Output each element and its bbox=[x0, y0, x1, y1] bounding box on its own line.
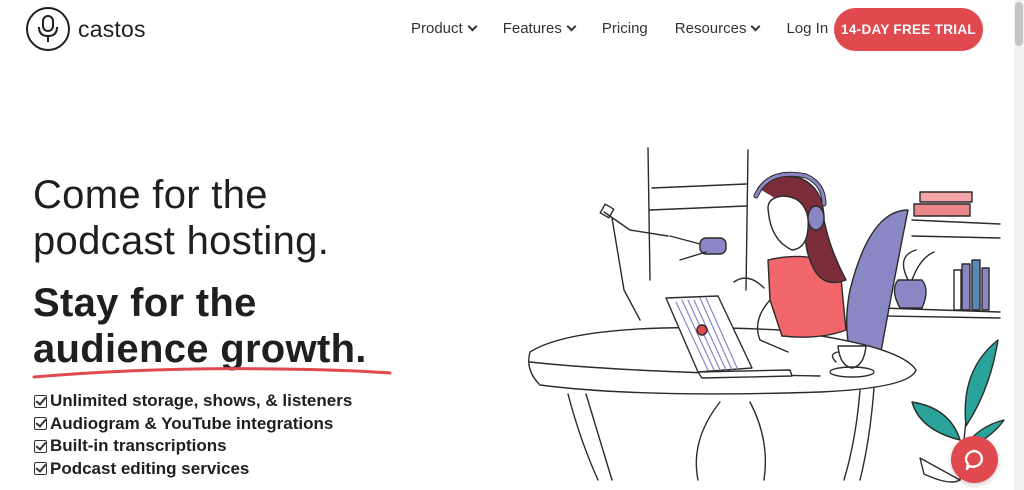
nav-resources[interactable]: Resources bbox=[674, 20, 761, 37]
checkbox-checked-icon bbox=[34, 439, 47, 453]
nav-resources-label: Resources bbox=[674, 20, 747, 37]
feature-text: Podcast editing services bbox=[50, 458, 250, 478]
nav-features-label: Features bbox=[502, 20, 562, 37]
hero-line-1: Come for the bbox=[33, 173, 268, 217]
nav-product-label: Product bbox=[411, 20, 463, 37]
podcaster-illustration bbox=[528, 147, 1005, 483]
nav-login[interactable]: Log In bbox=[786, 20, 828, 37]
logo[interactable]: castos bbox=[26, 7, 146, 51]
chevron-down-icon bbox=[566, 21, 577, 32]
scrollbar[interactable] bbox=[1014, 0, 1024, 490]
feature-text: Unlimited storage, shows, & listeners bbox=[50, 391, 353, 411]
microphone-icon bbox=[26, 7, 70, 51]
feature-text: Built-in transcriptions bbox=[50, 436, 227, 456]
nav-pricing[interactable]: Pricing bbox=[602, 20, 648, 37]
list-item: Built-in transcriptions bbox=[34, 435, 352, 458]
nav-pricing-label: Pricing bbox=[601, 20, 648, 37]
scrollbar-thumb[interactable] bbox=[1015, 2, 1023, 46]
chevron-down-icon bbox=[751, 21, 761, 32]
checkbox-checked-icon bbox=[34, 394, 47, 408]
checkbox-checked-icon bbox=[34, 417, 47, 431]
logo-text: castos bbox=[78, 15, 146, 42]
chat-bubble-icon[interactable] bbox=[951, 436, 998, 483]
checkbox-checked-icon bbox=[34, 462, 47, 476]
list-item: Podcast editing services bbox=[34, 458, 352, 481]
hero-headline-primary: Come for the podcast hosting. bbox=[33, 172, 329, 264]
chevron-down-icon bbox=[467, 21, 478, 32]
list-item: Unlimited storage, shows, & listeners bbox=[34, 390, 352, 413]
main-nav: Product Features Pricing Resources Log I… bbox=[411, 20, 828, 37]
hero-line-3: Stay for the bbox=[33, 281, 257, 325]
nav-login-label: Log In bbox=[786, 20, 829, 37]
feature-list: Unlimited storage, shows, & listeners Au… bbox=[34, 390, 352, 480]
free-trial-button[interactable]: 14-DAY FREE TRIAL bbox=[834, 8, 983, 51]
hero-headline-secondary: Stay for the audience growth. bbox=[33, 280, 367, 372]
red-underline bbox=[32, 367, 392, 379]
site-header: castos Product Features Pricing Resource… bbox=[0, 0, 1014, 60]
nav-features[interactable]: Features bbox=[502, 20, 577, 37]
nav-product[interactable]: Product bbox=[411, 20, 478, 37]
hero-line-2: podcast hosting. bbox=[33, 219, 330, 263]
feature-text: Audiogram & YouTube integrations bbox=[50, 413, 334, 433]
list-item: Audiogram & YouTube integrations bbox=[34, 413, 352, 436]
